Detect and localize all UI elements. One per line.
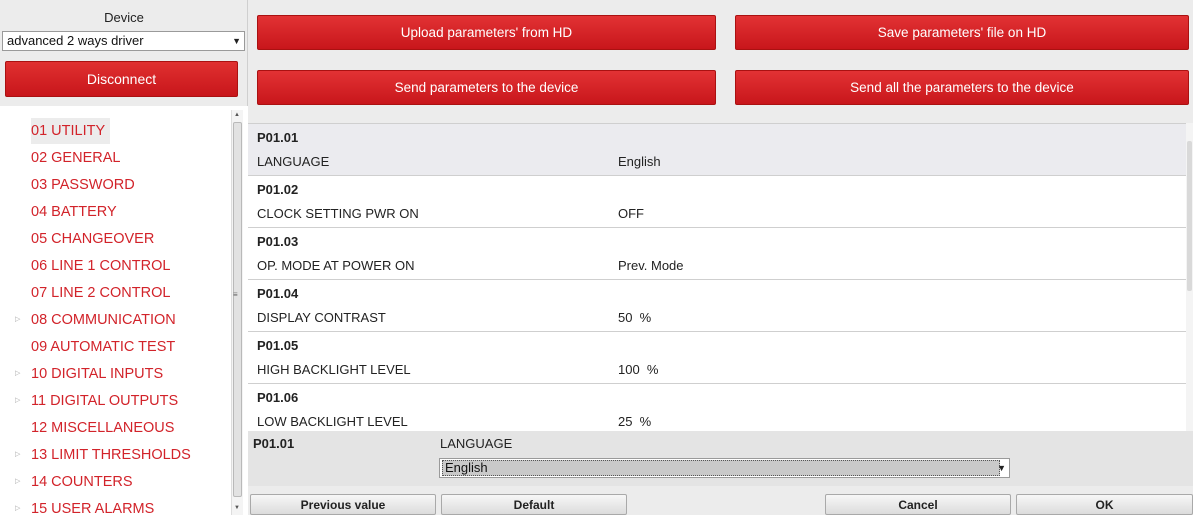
expand-arrow-icon[interactable]: ▷ xyxy=(15,469,20,495)
grip-icon: ≡ xyxy=(233,290,238,299)
send-all-parameters-button[interactable]: Send all the parameters to the device xyxy=(735,70,1189,105)
menu-item[interactable]: ▷ 10 DIGITAL INPUTS xyxy=(0,361,230,387)
menu-item[interactable]: 05 CHANGEOVER xyxy=(0,226,230,252)
menu-item-label: 13 LIMIT THRESHOLDS xyxy=(31,447,191,463)
table-row[interactable]: P01.02 CLOCK SETTING PWR ON OFF xyxy=(248,176,1186,228)
parameter-editor: P01.01 LANGUAGE English ▼ xyxy=(248,431,1193,486)
ok-button[interactable]: OK xyxy=(1016,494,1193,515)
scroll-down-icon[interactable]: ▼ xyxy=(234,505,240,511)
param-code: P01.02 xyxy=(257,182,299,197)
left-panel: Device advanced 2 ways driver ▼ Disconne… xyxy=(0,0,248,515)
menu-item[interactable]: 01 UTILITY xyxy=(0,118,230,144)
expand-arrow-icon[interactable]: ▷ xyxy=(15,361,20,387)
table-scrollbar[interactable] xyxy=(1186,123,1193,431)
upload-parameters-button[interactable]: Upload parameters' from HD xyxy=(257,15,716,50)
scroll-thumb[interactable] xyxy=(233,122,242,497)
device-label: Device xyxy=(104,10,144,25)
menu-item-label: 11 DIGITAL OUTPUTS xyxy=(31,393,179,409)
param-value: 25 % xyxy=(618,414,652,429)
chevron-down-icon: ▼ xyxy=(997,463,1006,473)
param-value: 50 % xyxy=(618,310,652,325)
menu-item-label: 09 AUTOMATIC TEST xyxy=(31,339,176,355)
table-row[interactable]: P01.06 LOW BACKLIGHT LEVEL 25 % xyxy=(248,384,1186,431)
param-value: 100 % xyxy=(618,362,659,377)
previous-value-button[interactable]: Previous value xyxy=(250,494,436,515)
menu-item-label: 05 CHANGEOVER xyxy=(31,231,155,247)
menu-item[interactable]: ▷ 11 DIGITAL OUTPUTS xyxy=(0,388,230,414)
menu-item-label: 02 GENERAL xyxy=(31,150,121,166)
menu-item-label: 10 DIGITAL INPUTS xyxy=(31,366,164,382)
param-name: HIGH BACKLIGHT LEVEL xyxy=(257,362,411,377)
menu-item-label: 07 LINE 2 CONTROL xyxy=(31,285,171,301)
device-select[interactable]: advanced 2 ways driver ▼ xyxy=(2,31,245,51)
menu-item[interactable]: ▷ 08 COMMUNICATION xyxy=(0,307,230,333)
editor-value: English xyxy=(442,460,1000,476)
param-name: OP. MODE AT POWER ON xyxy=(257,258,415,273)
parameter-table: P01.01 LANGUAGE English P01.02 CLOCK SETTING… xyxy=(248,123,1186,431)
menu-item[interactable]: 09 AUTOMATIC TEST xyxy=(0,334,230,360)
param-code: P01.03 xyxy=(257,234,299,249)
chevron-down-icon: ▼ xyxy=(232,36,241,46)
disconnect-button[interactable]: Disconnect xyxy=(5,61,238,97)
send-parameters-button[interactable]: Send parameters to the device xyxy=(257,70,716,105)
menu-item[interactable]: 04 BATTERY xyxy=(0,199,230,225)
param-name: CLOCK SETTING PWR ON xyxy=(257,206,419,221)
menu-item-label: 08 COMMUNICATION xyxy=(31,312,176,328)
scroll-up-icon[interactable]: ▲ xyxy=(234,112,240,118)
menu-item-label: 06 LINE 1 CONTROL xyxy=(31,258,171,274)
param-value: English xyxy=(618,154,661,169)
menu-item[interactable]: 03 PASSWORD xyxy=(0,172,230,198)
menu-item-label: 04 BATTERY xyxy=(31,204,117,220)
table-row[interactable]: P01.03 OP. MODE AT POWER ON Prev. Mode xyxy=(248,228,1186,280)
cancel-button[interactable]: Cancel xyxy=(825,494,1011,515)
editor-value-select[interactable]: English ▼ xyxy=(439,458,1010,478)
editor-code: P01.01 xyxy=(253,436,295,451)
menu-item[interactable]: 06 LINE 1 CONTROL xyxy=(0,253,230,279)
table-scroll-thumb[interactable] xyxy=(1187,141,1192,291)
menu-item[interactable]: 07 LINE 2 CONTROL xyxy=(0,280,230,306)
table-row[interactable]: P01.01 LANGUAGE English xyxy=(248,124,1186,176)
table-row[interactable]: P01.04 DISPLAY CONTRAST 50 % xyxy=(248,280,1186,332)
menu-item[interactable]: ▷ 15 USER ALARMS xyxy=(0,496,230,515)
param-value: Prev. Mode xyxy=(618,258,684,273)
param-code: P01.01 xyxy=(257,130,299,145)
save-parameters-button[interactable]: Save parameters' file on HD xyxy=(735,15,1189,50)
menu-item-label: 14 COUNTERS xyxy=(31,474,133,490)
expand-arrow-icon[interactable]: ▷ xyxy=(15,496,20,515)
param-name: LOW BACKLIGHT LEVEL xyxy=(257,414,408,429)
device-select-value: advanced 2 ways driver xyxy=(7,33,144,48)
menu-item-label: 15 USER ALARMS xyxy=(31,501,155,515)
param-code: P01.06 xyxy=(257,390,299,405)
param-code: P01.05 xyxy=(257,338,299,353)
menu-item[interactable]: ▷ 13 LIMIT THRESHOLDS xyxy=(0,442,230,468)
menu-item-label: 01 UTILITY xyxy=(31,118,111,144)
expand-arrow-icon[interactable]: ▷ xyxy=(15,442,20,468)
editor-name: LANGUAGE xyxy=(440,436,513,451)
table-row[interactable]: P01.05 HIGH BACKLIGHT LEVEL 100 % xyxy=(248,332,1186,384)
menu-item[interactable]: 02 GENERAL xyxy=(0,145,230,171)
param-name: DISPLAY CONTRAST xyxy=(257,310,386,325)
right-panel: Upload parameters' from HD Save paramete… xyxy=(248,0,1193,515)
param-value: OFF xyxy=(618,206,644,221)
expand-arrow-icon[interactable]: ▷ xyxy=(15,307,20,333)
menu-item[interactable]: ▷ 14 COUNTERS xyxy=(0,469,230,495)
menu-list: 01 UTILITY 02 GENERAL 03 PASSWORD 04 BATTER… xyxy=(0,110,232,515)
menu-item-label: 03 PASSWORD xyxy=(31,177,135,193)
expand-arrow-icon[interactable]: ▷ xyxy=(15,388,20,414)
param-name: LANGUAGE xyxy=(257,154,330,169)
param-code: P01.04 xyxy=(257,286,299,301)
device-box: Device advanced 2 ways driver ▼ Disconne… xyxy=(0,0,248,106)
menu-scrollbar[interactable]: ▲ ≡ ▼ xyxy=(231,110,243,515)
default-button[interactable]: Default xyxy=(441,494,627,515)
menu-item[interactable]: 12 MISCELLANEOUS xyxy=(0,415,230,441)
menu-item-label: 12 MISCELLANEOUS xyxy=(31,420,175,436)
